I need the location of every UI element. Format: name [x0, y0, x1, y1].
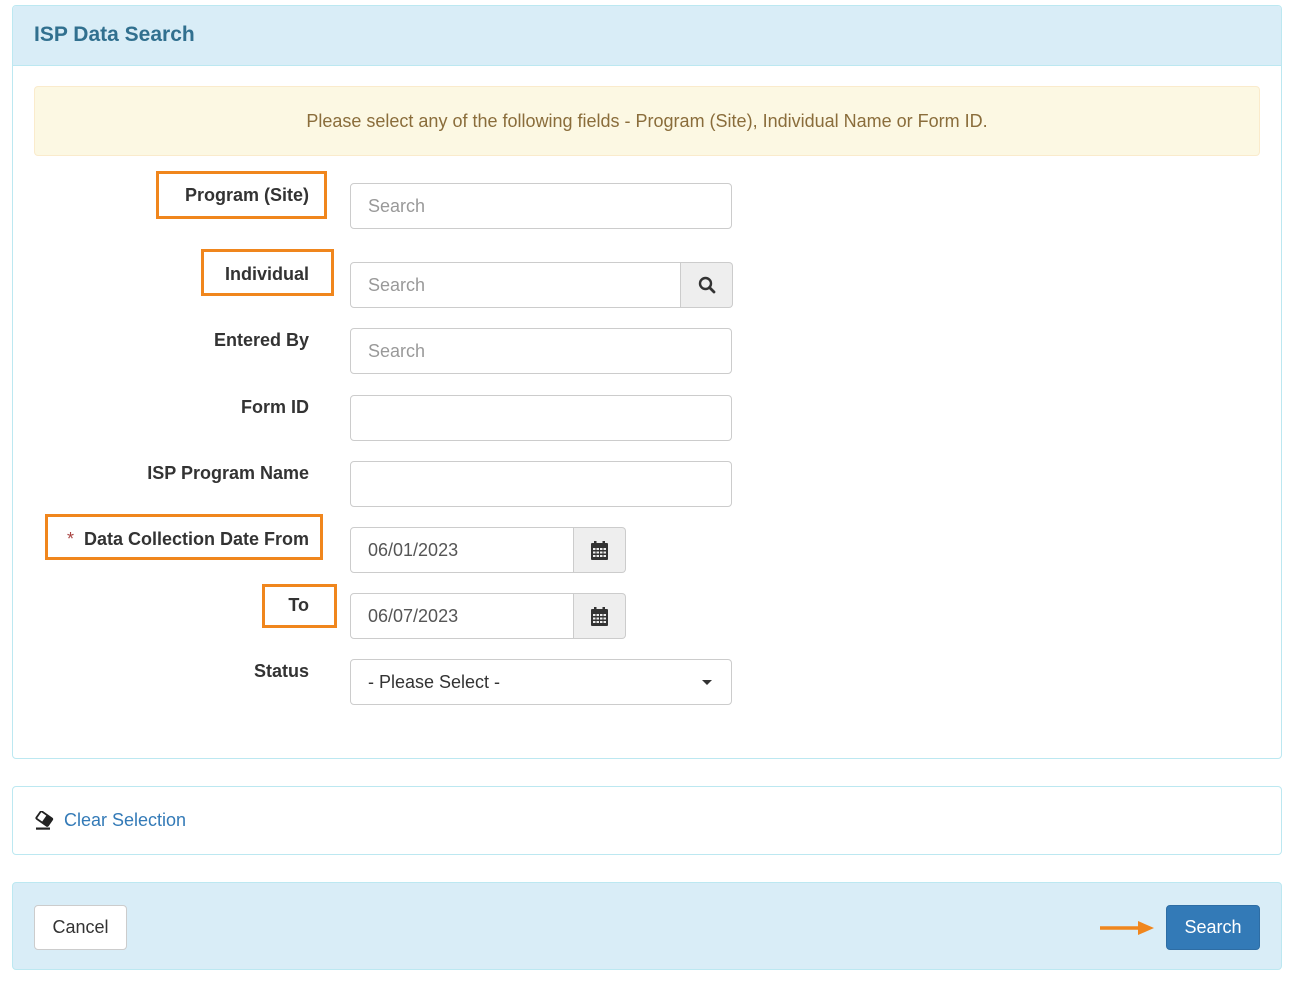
date-from-input[interactable] [350, 527, 574, 573]
clear-selection-link[interactable]: Clear Selection [34, 810, 186, 831]
footer-panel: Cancel Search [12, 882, 1282, 970]
search-button[interactable]: Search [1166, 905, 1260, 950]
alert-message: Please select any of the following field… [306, 110, 988, 131]
entered-by-input[interactable] [350, 328, 732, 374]
eraser-icon [35, 810, 54, 830]
calendar-icon [591, 540, 608, 560]
form-id-input[interactable] [350, 395, 732, 441]
form-id-label: Form ID [240, 397, 309, 417]
cancel-button[interactable]: Cancel [34, 905, 127, 950]
status-select[interactable]: - Please Select - [350, 659, 732, 705]
date-to-input[interactable] [350, 593, 574, 639]
isp-data-search-panel: ISP Data Search Please select any of the… [12, 5, 1282, 759]
entered-by-label: Entered By [213, 330, 309, 350]
date-to-calendar-button[interactable] [574, 593, 626, 639]
date-to-group [350, 593, 626, 639]
status-label: Status [253, 661, 309, 681]
panel-heading: ISP Data Search [13, 6, 1281, 66]
individual-search-button[interactable] [681, 262, 733, 308]
clear-selection-panel: Clear Selection [12, 786, 1282, 855]
individual-input-group [350, 262, 733, 308]
panel-title: ISP Data Search [34, 23, 195, 46]
clear-selection-label: Clear Selection [64, 810, 187, 830]
isp-program-name-label: ISP Program Name [147, 463, 309, 483]
status-selected-value: - Please Select - [368, 671, 501, 692]
date-to-label: To [288, 595, 309, 615]
arrow-right-icon [1100, 921, 1154, 935]
info-alert: Please select any of the following field… [34, 86, 1260, 156]
date-from-label: * Data Collection Date From [67, 529, 309, 550]
program-site-label: Program (Site) [184, 185, 309, 205]
calendar-icon [591, 606, 608, 626]
date-from-label-text: Data Collection Date From [83, 529, 309, 549]
date-from-group [350, 527, 626, 573]
individual-label: Individual [224, 264, 309, 284]
isp-program-name-input[interactable] [350, 461, 732, 507]
required-marker: * [66, 529, 74, 549]
date-from-calendar-button[interactable] [574, 527, 626, 573]
search-icon [698, 276, 715, 294]
individual-input[interactable] [350, 262, 681, 308]
program-site-input[interactable] [350, 183, 732, 229]
chevron-down-icon [702, 679, 712, 685]
